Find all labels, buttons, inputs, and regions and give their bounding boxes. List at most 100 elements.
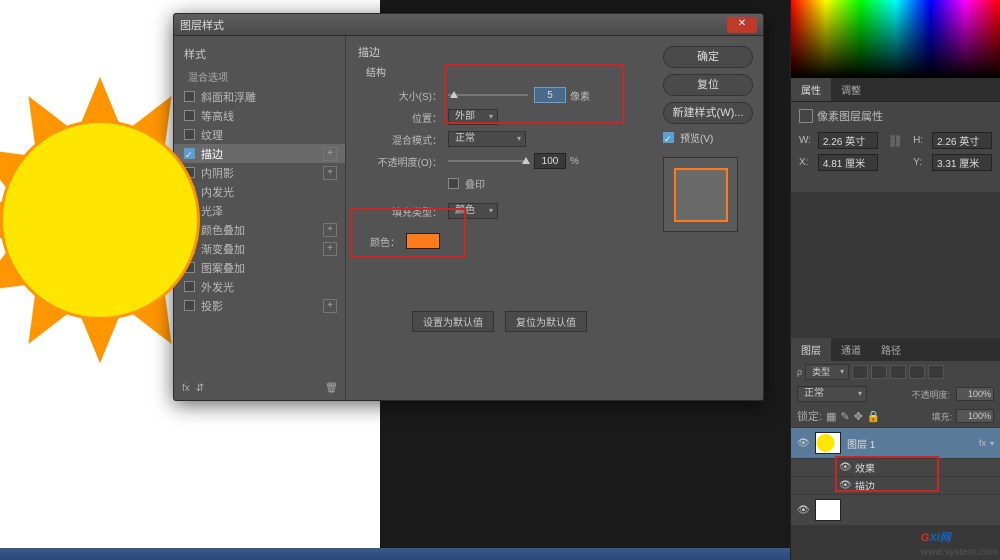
status-bar: [0, 548, 790, 560]
style-item-5[interactable]: 内发光: [174, 182, 345, 201]
style-item-4[interactable]: 内阴影+: [174, 163, 345, 182]
blend-mode-label: 混合模式：: [358, 132, 448, 147]
filter-shape-icon[interactable]: [909, 365, 925, 379]
style-checkbox[interactable]: [184, 300, 195, 311]
lock-trans-icon[interactable]: ▦: [826, 410, 836, 423]
style-item-1[interactable]: 等高线: [174, 106, 345, 125]
props-title: 像素图层属性: [817, 108, 883, 124]
filter-text-icon[interactable]: [890, 365, 906, 379]
add-icon[interactable]: +: [323, 299, 337, 313]
style-checkbox[interactable]: [184, 281, 195, 292]
layer-item-1[interactable]: 👁 图层 1 fx ▾: [791, 427, 1000, 458]
properties-panel: 像素图层属性 W: ⛓ H: X: ⛓ Y:: [791, 102, 1000, 192]
style-item-2[interactable]: 纹理: [174, 125, 345, 144]
lock-paint-icon[interactable]: ✎: [840, 410, 849, 423]
style-item-8[interactable]: 渐变叠加 +: [174, 239, 345, 258]
style-label: 渐变叠加: [201, 241, 245, 257]
layer-blend-dropdown[interactable]: 正常: [797, 386, 867, 402]
style-item-9[interactable]: 图案叠加: [174, 258, 345, 277]
lock-all-icon[interactable]: 🔒: [867, 410, 881, 423]
filter-adjust-icon[interactable]: [871, 365, 887, 379]
fill-label: 填充:: [931, 410, 952, 423]
tab-channels[interactable]: 通道: [831, 338, 871, 361]
style-checkbox[interactable]: [184, 91, 195, 102]
visibility-icon[interactable]: 👁: [839, 480, 851, 491]
style-label: 光泽: [201, 203, 223, 219]
visibility-icon[interactable]: 👁: [797, 505, 809, 516]
set-default-button[interactable]: 设置为默认值: [412, 311, 494, 332]
preview-checkbox[interactable]: [663, 132, 674, 143]
add-icon[interactable]: +: [323, 147, 337, 161]
blending-options[interactable]: 混合选项: [174, 66, 345, 87]
reset-default-button[interactable]: 复位为默认值: [505, 311, 587, 332]
add-icon[interactable]: +: [323, 166, 337, 180]
layer-thumbnail[interactable]: [815, 432, 841, 454]
size-slider[interactable]: [448, 94, 528, 96]
style-item-0[interactable]: 斜面和浮雕: [174, 87, 345, 106]
reset-button[interactable]: 复位: [663, 74, 753, 96]
opacity-slider[interactable]: [448, 160, 528, 162]
h-label: H:: [913, 135, 932, 146]
layer-thumbnail[interactable]: [815, 499, 841, 521]
watermark: GXI网 www.system.com: [921, 524, 998, 558]
pixel-layer-icon: [799, 109, 813, 123]
x-input[interactable]: [818, 154, 878, 171]
visibility-icon[interactable]: 👁: [839, 462, 851, 473]
filter-smart-icon[interactable]: [928, 365, 944, 379]
style-label: 投影: [201, 298, 223, 314]
fx-badge[interactable]: fx: [979, 438, 986, 448]
height-input[interactable]: [932, 132, 992, 149]
fill-input[interactable]: [956, 409, 994, 423]
color-picker[interactable]: [791, 0, 1000, 78]
style-checkbox[interactable]: [184, 129, 195, 140]
style-checkbox[interactable]: [184, 110, 195, 121]
fx-icon[interactable]: fx: [182, 383, 190, 394]
size-input[interactable]: [534, 87, 566, 103]
layer-style-dialog: 图层样式 ✕ 样式 混合选项 斜面和浮雕等高线纹理描边+内阴影+内发光光泽颜色叠…: [173, 13, 764, 401]
y-input[interactable]: [932, 154, 992, 171]
blend-mode-dropdown[interactable]: 正常: [448, 131, 526, 147]
size-label: 大小(S)：: [358, 88, 448, 103]
style-checkbox[interactable]: [184, 148, 195, 159]
layer-stroke-effect[interactable]: 👁 描边: [791, 476, 1000, 494]
settings-heading: 描边: [358, 44, 641, 60]
position-dropdown[interactable]: 外部: [448, 109, 498, 125]
filter-type-dropdown[interactable]: 类型: [805, 364, 849, 380]
layers-panel: 图层 通道 路径 ρ 类型 正常 不透明度: 锁定: ▦ ✎ ✥ 🔒 填充:: [791, 338, 1000, 525]
style-item-10[interactable]: 外发光: [174, 277, 345, 296]
tab-properties[interactable]: 属性: [791, 78, 831, 101]
filter-pixel-icon[interactable]: [852, 365, 868, 379]
w-label: W:: [799, 135, 818, 146]
tab-layers[interactable]: 图层: [791, 338, 831, 361]
overprint-checkbox[interactable]: [448, 178, 459, 189]
lock-label: 锁定:: [797, 408, 822, 424]
collapse-icon[interactable]: ▾: [990, 439, 994, 448]
trash-icon[interactable]: 🗑: [325, 383, 338, 394]
up-down-icon[interactable]: ⇵: [196, 383, 204, 394]
style-label: 图案叠加: [201, 260, 245, 276]
new-style-button[interactable]: 新建样式(W)...: [663, 102, 753, 124]
visibility-icon[interactable]: 👁: [797, 438, 809, 449]
layer-opacity-input[interactable]: [956, 387, 994, 401]
x-label: X:: [799, 157, 818, 168]
add-icon[interactable]: +: [323, 242, 337, 256]
layer-name[interactable]: 图层 1: [847, 436, 979, 451]
add-icon[interactable]: +: [323, 223, 337, 237]
ok-button[interactable]: 确定: [663, 46, 753, 68]
width-input[interactable]: [818, 132, 878, 149]
close-icon[interactable]: ✕: [727, 17, 757, 33]
style-item-3[interactable]: 描边+: [174, 144, 345, 163]
layer-effects[interactable]: 👁 效果: [791, 458, 1000, 476]
style-item-11[interactable]: 投影 +: [174, 296, 345, 315]
layer-item-bg[interactable]: 👁: [791, 494, 1000, 525]
link-icon[interactable]: ⛓: [888, 134, 903, 148]
dialog-titlebar[interactable]: 图层样式 ✕: [174, 14, 763, 36]
tab-paths[interactable]: 路径: [871, 338, 911, 361]
color-swatch[interactable]: [406, 233, 440, 249]
opacity-input[interactable]: [534, 153, 566, 169]
opacity-label: 不透明度(O)：: [358, 154, 448, 169]
lock-pos-icon[interactable]: ✥: [854, 410, 863, 423]
dialog-buttons: 确定 复位 新建样式(W)... 预览(V): [653, 36, 763, 400]
tab-adjustments[interactable]: 调整: [831, 78, 871, 101]
fill-type-dropdown[interactable]: 颜色: [448, 203, 498, 219]
